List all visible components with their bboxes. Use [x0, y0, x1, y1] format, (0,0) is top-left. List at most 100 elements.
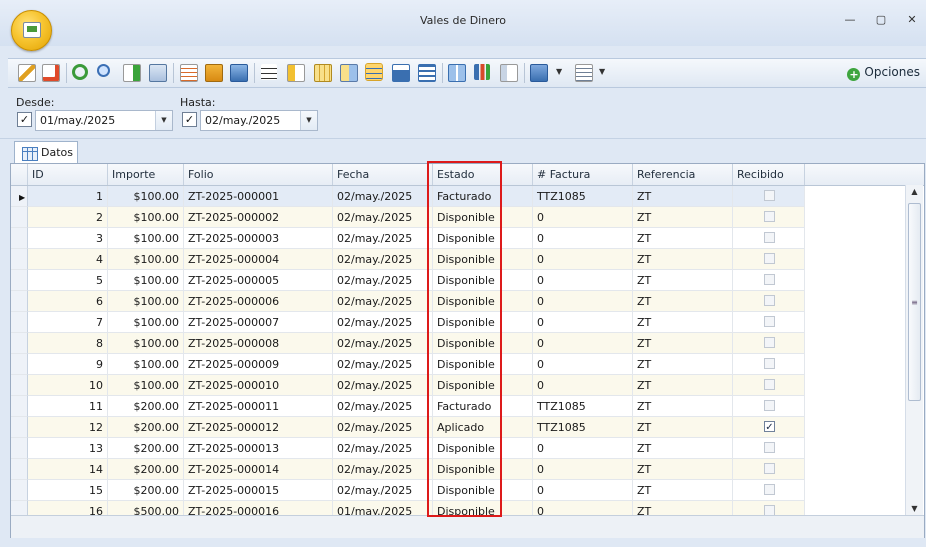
cell-recibido[interactable] — [733, 312, 805, 333]
cell-factura[interactable]: 0 — [533, 312, 633, 333]
row-indicator[interactable] — [11, 459, 28, 480]
cell-estado[interactable]: Disponible — [433, 480, 533, 501]
cell-importe[interactable]: $100.00 — [108, 333, 184, 354]
cell-fecha[interactable]: 02/may./2025 — [333, 375, 433, 396]
table-edit-icon[interactable] — [205, 64, 223, 82]
cell-estado[interactable]: Facturado — [433, 186, 533, 207]
cell-folio[interactable]: ZT-2025-000003 — [184, 228, 333, 249]
cell-referencia[interactable]: ZT — [633, 228, 733, 249]
table-row[interactable]: 11 $200.00 ZT-2025-000011 02/may./2025 Factu… — [11, 396, 805, 417]
cell-id[interactable]: 6 — [28, 291, 108, 312]
recibido-checkbox[interactable] — [764, 316, 775, 327]
recibido-checkbox[interactable] — [764, 463, 775, 474]
column-chooser-icon[interactable] — [314, 64, 332, 82]
restore-button[interactable]: ▢ — [873, 13, 889, 27]
cell-referencia[interactable]: ZT — [633, 459, 733, 480]
cell-importe[interactable]: $100.00 — [108, 249, 184, 270]
cell-recibido[interactable] — [733, 228, 805, 249]
table-row[interactable]: 9 $100.00 ZT-2025-000009 02/may./2025 Dispon… — [11, 354, 805, 375]
report-icon[interactable] — [575, 64, 593, 82]
cell-folio[interactable]: ZT-2025-000001 — [184, 186, 333, 207]
cell-recibido[interactable]: ✓ — [733, 417, 805, 438]
card-view-icon[interactable] — [392, 64, 410, 82]
row-indicator[interactable] — [11, 438, 28, 459]
cell-id[interactable]: 10 — [28, 375, 108, 396]
scroll-thumb[interactable]: ≡ — [908, 203, 921, 401]
recibido-checkbox[interactable] — [764, 274, 775, 285]
cell-fecha[interactable]: 02/may./2025 — [333, 417, 433, 438]
print-preview-icon[interactable] — [530, 64, 548, 82]
close-button[interactable]: ✕ — [904, 13, 920, 27]
cell-folio[interactable]: ZT-2025-000010 — [184, 375, 333, 396]
cell-importe[interactable]: $100.00 — [108, 312, 184, 333]
cell-folio[interactable]: ZT-2025-000006 — [184, 291, 333, 312]
cell-fecha[interactable]: 02/may./2025 — [333, 438, 433, 459]
cell-recibido[interactable] — [733, 249, 805, 270]
cell-fecha[interactable]: 02/may./2025 — [333, 291, 433, 312]
cell-factura[interactable]: 0 — [533, 270, 633, 291]
row-indicator[interactable] — [11, 375, 28, 396]
cell-folio[interactable]: ZT-2025-000005 — [184, 270, 333, 291]
hasta-date-picker[interactable]: 02/may./2025 ▼ — [200, 110, 318, 131]
table-row[interactable]: 10 $100.00 ZT-2025-000010 02/may./2025 Dispo… — [11, 375, 805, 396]
new-document-icon[interactable] — [42, 64, 60, 82]
cell-factura[interactable]: TTZ1085 — [533, 417, 633, 438]
table-row[interactable]: 4 $100.00 ZT-2025-000004 02/may./2025 Dispon… — [11, 249, 805, 270]
cell-id[interactable]: 8 — [28, 333, 108, 354]
column-header-id[interactable]: ID — [28, 164, 108, 185]
table-row[interactable]: 6 $100.00 ZT-2025-000006 02/may./2025 Dispon… — [11, 291, 805, 312]
row-indicator[interactable] — [11, 396, 28, 417]
cell-folio[interactable]: ZT-2025-000009 — [184, 354, 333, 375]
cell-fecha[interactable]: 02/may./2025 — [333, 333, 433, 354]
cell-referencia[interactable]: ZT — [633, 375, 733, 396]
cell-id[interactable]: 1 — [28, 186, 108, 207]
scroll-up-icon[interactable]: ▲ — [906, 187, 923, 196]
cell-fecha[interactable]: 02/may./2025 — [333, 207, 433, 228]
cell-folio[interactable]: ZT-2025-000004 — [184, 249, 333, 270]
row-indicator[interactable] — [11, 417, 28, 438]
tab-datos[interactable]: Datos — [14, 141, 78, 165]
cell-factura[interactable]: 0 — [533, 291, 633, 312]
cell-factura[interactable]: 0 — [533, 375, 633, 396]
cell-id[interactable]: 4 — [28, 249, 108, 270]
cell-fecha[interactable]: 02/may./2025 — [333, 186, 433, 207]
cell-referencia[interactable]: ZT — [633, 480, 733, 501]
cell-factura[interactable]: 0 — [533, 207, 633, 228]
cell-folio[interactable]: ZT-2025-000015 — [184, 480, 333, 501]
cell-folio[interactable]: ZT-2025-000002 — [184, 207, 333, 228]
recibido-checkbox[interactable]: ✓ — [764, 421, 775, 433]
column-header-estado[interactable]: Estado — [433, 164, 533, 185]
cell-recibido[interactable] — [733, 375, 805, 396]
cell-estado[interactable]: Disponible — [433, 270, 533, 291]
cell-id[interactable]: 11 — [28, 396, 108, 417]
cell-estado[interactable]: Disponible — [433, 312, 533, 333]
tile-view-icon[interactable] — [448, 64, 466, 82]
cell-estado[interactable]: Disponible — [433, 438, 533, 459]
column-header-folio[interactable]: Folio — [184, 164, 333, 185]
cell-estado[interactable]: Disponible — [433, 228, 533, 249]
row-indicator[interactable] — [11, 228, 28, 249]
cell-fecha[interactable]: 02/may./2025 — [333, 270, 433, 291]
minimize-button[interactable]: — — [842, 13, 858, 27]
cell-recibido[interactable] — [733, 186, 805, 207]
cell-fecha[interactable]: 02/may./2025 — [333, 396, 433, 417]
cell-recibido[interactable] — [733, 291, 805, 312]
row-indicator[interactable]: ▶ — [11, 186, 28, 207]
table-row[interactable]: 13 $200.00 ZT-2025-000013 02/may./2025 Dispo… — [11, 438, 805, 459]
app-menu-button[interactable] — [11, 10, 52, 51]
recibido-checkbox[interactable] — [764, 190, 775, 201]
row-indicator[interactable] — [11, 291, 28, 312]
recibido-checkbox[interactable] — [764, 232, 775, 243]
align-icon[interactable] — [261, 64, 277, 80]
cell-estado[interactable]: Disponible — [433, 291, 533, 312]
column-header-referencia[interactable]: Referencia — [633, 164, 733, 185]
cell-factura[interactable]: 0 — [533, 480, 633, 501]
chevron-down-icon[interactable]: ▼ — [556, 67, 562, 76]
cell-factura[interactable]: 0 — [533, 228, 633, 249]
group-icon[interactable] — [287, 64, 305, 82]
edit-icon[interactable] — [18, 64, 36, 82]
table-row[interactable]: 15 $200.00 ZT-2025-000015 02/may./2025 Dispo… — [11, 480, 805, 501]
cell-id[interactable]: 12 — [28, 417, 108, 438]
cell-importe[interactable]: $100.00 — [108, 270, 184, 291]
cell-referencia[interactable]: ZT — [633, 438, 733, 459]
